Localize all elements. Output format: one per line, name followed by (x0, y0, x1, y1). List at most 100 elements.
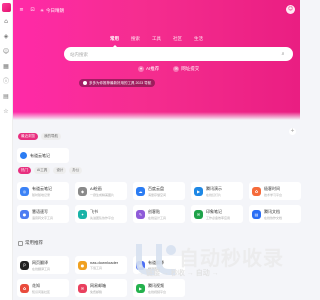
search-bar: ⌕ (64, 47, 293, 61)
star-icon[interactable]: ☆ (3, 108, 10, 115)
site-text: nas.downloader 下载工具 (90, 260, 118, 270)
site-card[interactable]: ✿ 花知 知识问答社区 (17, 279, 69, 297)
site-title: 腾讯文档 (264, 208, 280, 214)
site-card[interactable]: ◆ AI绘画 一键生成精美图片 (75, 182, 127, 200)
logo[interactable] (1, 3, 11, 12)
hero-banner: ≡ ⊡ ☀ 今日晴朗 ☺ 常用 搜索 工具 社区 生活 ⌕ ✦ AI推荐 ✉ 网… (13, 0, 300, 120)
search-icon[interactable]: ⌕ (279, 50, 287, 58)
home-icon[interactable]: ⌂ (3, 18, 10, 25)
site-icon: ✎ (136, 209, 145, 219)
site-desc: 随时随地记录 (32, 192, 51, 197)
search-tab[interactable]: 工具 (152, 36, 161, 42)
site-icon: ◎ (20, 186, 29, 196)
tab-office[interactable]: 办公 (69, 167, 83, 174)
site-text: 飞书 先进团队协作平台 (90, 209, 114, 220)
site-icon: ▶ (194, 186, 203, 196)
tab-design[interactable]: 设计 (53, 167, 67, 174)
diamond-icon[interactable]: ◈ (3, 33, 10, 40)
tab-hot[interactable]: 热门 (18, 167, 31, 174)
search-tab[interactable]: 搜索 (131, 36, 140, 42)
weather-widget[interactable]: ☀ 今日晴朗 (40, 8, 65, 14)
site-title: 花知 (32, 282, 40, 288)
site-desc: 工作必备效率应用 (206, 215, 231, 220)
site-card[interactable]: ✦ 飞书 先进团队协作平台 (75, 205, 127, 223)
add-icon[interactable]: + (289, 128, 296, 135)
site-grid-recommended: P 网页翻译 在线翻译工具 ● nas.downloader 下载工具 ▣ 有道翻译 翻译查词 ✿… (17, 256, 295, 297)
site-desc: 在线协作文档 (264, 215, 283, 220)
site-card[interactable]: ● 慧语速写 语音转文字工具 (17, 205, 69, 223)
site-text: 腾讯视频 在线视频平台 (148, 283, 166, 294)
hot-link-label: AI推荐 (146, 66, 160, 71)
site-icon: ☁ (136, 186, 145, 196)
grid-icon[interactable]: ▦ (3, 63, 10, 70)
menu-icon[interactable]: ≡ (18, 7, 25, 14)
site-desc: 海量存储空间 (148, 192, 167, 197)
site-text: 极客时间 技术学习平台 (264, 186, 282, 197)
site-text: 印象笔记 工作必备效率应用 (206, 209, 230, 220)
site-desc: 知识问答社区 (32, 289, 51, 294)
site-title: 有道翻译 (148, 259, 164, 265)
hot-link-submit[interactable]: ✉ 网址提交 (173, 66, 199, 72)
site-card[interactable]: ▶ 腾讯演示 在线幻灯片 (191, 182, 243, 200)
site-icon: ● (20, 209, 29, 219)
doc-icon[interactable]: ▤ (3, 93, 10, 100)
notice-dot-icon (83, 81, 87, 85)
hot-link-label: 网址提交 (181, 66, 200, 71)
tab-ai[interactable]: AI工具 (34, 167, 51, 174)
site-text: 网易邮箱 免费邮箱 (90, 283, 106, 294)
site-icon: ● (78, 260, 87, 270)
site-card[interactable]: ✿ 极客时间 技术学习平台 (249, 182, 301, 200)
site-icon: ✿ (20, 283, 29, 293)
site-title: 创客贴 (148, 208, 160, 214)
site-desc: 在线视频平台 (148, 289, 167, 294)
smile-icon[interactable]: ☺ (3, 48, 10, 55)
tab-recent[interactable]: 最近浏览 (18, 133, 38, 140)
site-card[interactable]: ▤ 腾讯文档 在线协作文档 (249, 205, 301, 223)
search-input[interactable] (70, 51, 279, 57)
site-icon: ✿ (252, 186, 261, 196)
bulb-icon: ✦ (138, 66, 144, 72)
top-nav: ≡ ⊡ ☀ 今日晴朗 (18, 7, 65, 14)
search-tab[interactable]: 社区 (173, 36, 182, 42)
site-card[interactable]: ▣ 有道翻译 翻译查词 (133, 256, 185, 274)
site-card[interactable]: ◎ 有道云笔记 随时随地记录 (17, 182, 69, 200)
site-icon: ✉ (194, 209, 203, 219)
search-tabs: 常用 搜索 工具 社区 生活 (110, 36, 203, 47)
site-icon: ▤ (252, 209, 261, 219)
site-card[interactable]: ● nas.downloader 下载工具 (75, 256, 127, 274)
tab-my-nav[interactable]: 我的导航 (41, 133, 61, 140)
site-desc: 一键生成精美图片 (90, 192, 115, 197)
site-icon: ✉ (78, 283, 87, 293)
site-text: 腾讯演示 在线幻灯片 (206, 186, 222, 197)
site-card[interactable]: ✉ 印象笔记 工作必备效率应用 (191, 205, 243, 223)
site-title: 网易邮箱 (90, 282, 106, 288)
bookmark-icon[interactable]: ⊡ (29, 7, 36, 14)
recent-item[interactable]: 有道云笔记 (17, 148, 69, 163)
info-icon[interactable]: ⓘ (3, 78, 10, 85)
user-avatar-icon[interactable]: ☺ (286, 5, 295, 14)
site-desc: 在线幻灯片 (206, 192, 222, 197)
weather-text: 今日晴朗 (46, 7, 65, 13)
site-card[interactable]: P 网页翻译 在线翻译工具 (17, 256, 69, 274)
site-text: 有道云笔记 随时随地记录 (32, 186, 52, 197)
site-text: 慧语速写 语音转文字工具 (32, 209, 53, 220)
site-icon: ▣ (136, 260, 145, 270)
note-app-icon (20, 152, 27, 159)
site-card[interactable]: ✉ 网易邮箱 免费邮箱 (75, 279, 127, 297)
recent-item-title: 有道云笔记 (30, 152, 50, 158)
site-card[interactable]: ☁ 百度云盘 海量存储空间 (133, 182, 185, 200)
site-desc: 在线设计工具 (148, 215, 167, 220)
site-title: 飞书 (90, 208, 98, 214)
notice-bar[interactable]: 多多为你推荐最新好用的工具 2023 导航 (79, 79, 156, 87)
site-card[interactable]: ▶ 腾讯视频 在线视频平台 (133, 279, 185, 297)
search-tab[interactable]: 生活 (194, 36, 203, 42)
site-desc: 技术学习平台 (264, 192, 283, 197)
category-tabs: 热门 AI工具 设计 办公 (18, 167, 83, 174)
site-card[interactable]: ✎ 创客贴 在线设计工具 (133, 205, 185, 223)
site-title: AI绘画 (90, 185, 102, 191)
site-title: 腾讯视频 (148, 282, 164, 288)
hot-link-ai[interactable]: ✦ AI推荐 (138, 66, 159, 72)
hot-links: ✦ AI推荐 ✉ 网址提交 (138, 66, 199, 72)
search-tab[interactable]: 常用 (110, 36, 119, 47)
site-text: 腾讯文档 在线协作文档 (264, 209, 282, 220)
